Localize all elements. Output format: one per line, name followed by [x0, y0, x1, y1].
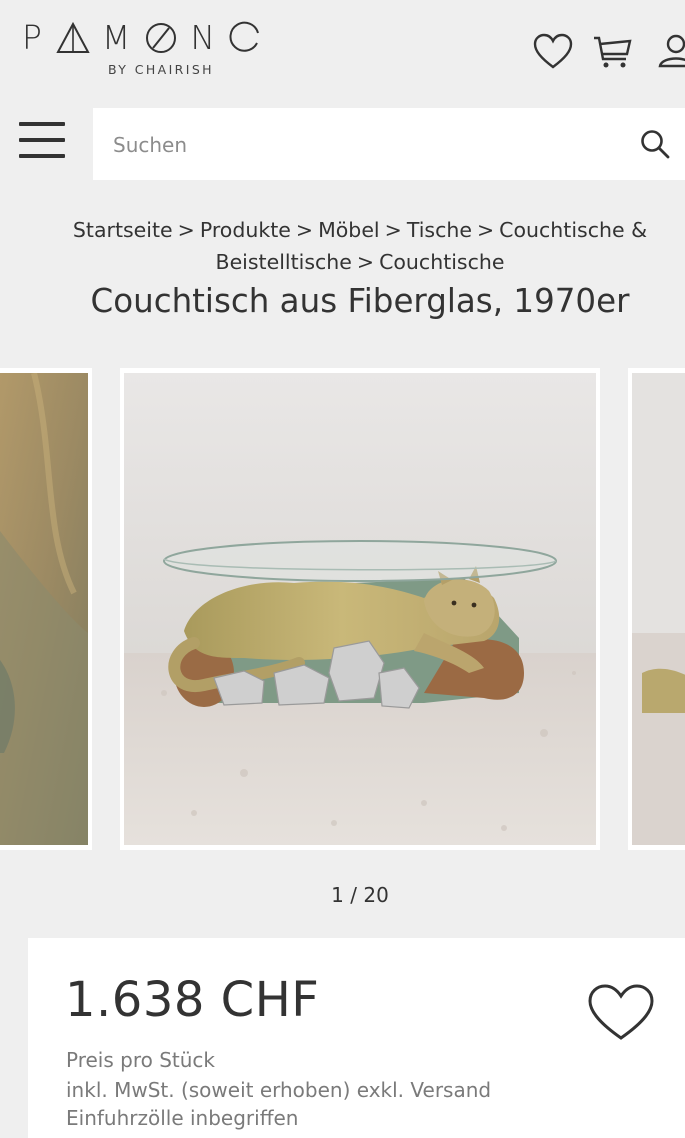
pamono-logo[interactable]: P M N BY CHAIRISH: [22, 20, 302, 82]
search-bar: [93, 108, 685, 180]
favorite-heart-icon[interactable]: [586, 982, 656, 1044]
breadcrumb-link-furniture[interactable]: Möbel: [318, 218, 380, 242]
user-icon[interactable]: [656, 32, 685, 72]
logo-open-circle-icon: [229, 21, 260, 52]
gallery-counter: 1 / 20: [331, 883, 389, 907]
product-price: 1.638 CHF: [65, 972, 320, 1028]
breadcrumb-link-home[interactable]: Startseite: [73, 218, 173, 242]
gallery-slide-next[interactable]: [628, 368, 685, 850]
logo-slashed-circle-icon: [146, 23, 177, 53]
logo-subtitle: BY CHAIRISH: [108, 62, 214, 77]
breadcrumb-separator: >: [356, 250, 375, 274]
logo-letter-n: N: [190, 18, 218, 57]
price-tax-note: inkl. MwSt. (soweit erhoben) exkl. Versa…: [66, 1078, 492, 1102]
price-duty-note: Einfuhrzölle inbegriffen: [66, 1106, 299, 1130]
product-image-main: [124, 373, 596, 845]
search-input[interactable]: [111, 126, 595, 164]
breadcrumb-link-tables[interactable]: Tische: [407, 218, 472, 242]
logo-wordmark: P M N: [22, 20, 302, 56]
breadcrumb-link-products[interactable]: Produkte: [200, 218, 291, 242]
breadcrumb-separator: >: [295, 218, 314, 242]
breadcrumb-text: Couchtische &: [499, 218, 648, 242]
search-icon[interactable]: [639, 128, 671, 160]
gallery-slide-previous[interactable]: [0, 368, 92, 850]
heart-icon[interactable]: [533, 32, 573, 72]
product-image-next: [632, 373, 685, 845]
breadcrumb-separator: >: [177, 218, 195, 242]
logo-triangle-icon: [56, 21, 90, 53]
gallery-slide-current[interactable]: [120, 368, 600, 850]
breadcrumb: Startseite > Produkte > Möbel > Tische > Couchti…: [30, 214, 685, 278]
product-title: Couchtisch aus Fiberglas, 1970er: [90, 282, 630, 320]
price-unit-label: Preis pro Stück: [66, 1048, 215, 1072]
logo-letter-p: P: [22, 18, 44, 57]
breadcrumb-link-coffee-tables[interactable]: Couchtische: [379, 250, 504, 274]
product-image-previous: [0, 373, 88, 845]
price-card: 1.638 CHF Preis pro Stück inkl. MwSt. (s…: [28, 938, 685, 1138]
logo-letter-m: M: [101, 18, 133, 57]
cart-icon[interactable]: [592, 32, 632, 72]
breadcrumb-separator: >: [476, 218, 495, 242]
menu-icon[interactable]: [19, 122, 65, 164]
breadcrumb-separator: >: [384, 218, 402, 242]
breadcrumb-text: Beistelltische: [215, 250, 352, 274]
